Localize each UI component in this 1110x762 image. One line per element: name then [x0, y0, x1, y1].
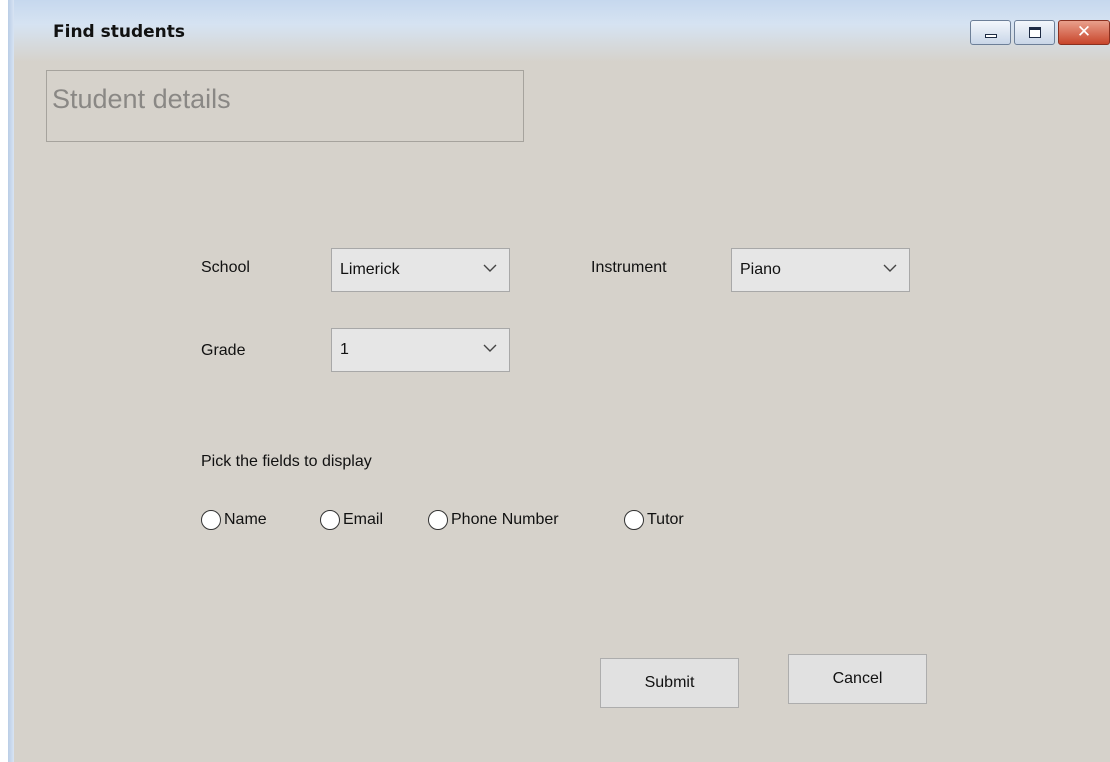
chevron-down-icon [483, 264, 497, 272]
school-select[interactable]: Limerick [331, 248, 510, 292]
maximize-icon [1029, 27, 1041, 38]
window-controls: ✕ [970, 20, 1110, 45]
radio-circle[interactable] [428, 510, 448, 530]
chevron-down-icon [883, 264, 897, 272]
minimize-icon [985, 34, 997, 38]
submit-button[interactable]: Submit [600, 658, 739, 708]
radio-phone-number[interactable]: Phone Number [428, 510, 559, 530]
close-icon: ✕ [1076, 22, 1092, 42]
grade-select-value: 1 [340, 341, 349, 358]
school-select-value: Limerick [340, 261, 400, 278]
close-button[interactable]: ✕ [1058, 20, 1110, 45]
cancel-button[interactable]: Cancel [788, 654, 927, 704]
grade-label: Grade [201, 342, 246, 359]
instrument-select-value: Piano [740, 261, 781, 278]
radio-label: Name [224, 511, 267, 528]
window-title: Find students [53, 22, 186, 42]
radio-label: Email [343, 511, 384, 528]
panel-title: Student details [52, 84, 231, 114]
fields-prompt: Pick the fields to display [201, 453, 372, 470]
chevron-down-icon [483, 344, 497, 352]
radio-name[interactable]: Name [201, 510, 267, 530]
radio-circle[interactable] [320, 510, 340, 530]
minimize-button[interactable] [970, 20, 1011, 45]
grade-select[interactable]: 1 [331, 328, 510, 372]
radio-label: Phone Number [451, 511, 559, 528]
student-details-panel: Student details [46, 70, 524, 142]
radio-label: Tutor [647, 511, 684, 528]
instrument-select[interactable]: Piano [731, 248, 910, 292]
radio-tutor[interactable]: Tutor [624, 510, 684, 530]
radio-circle[interactable] [624, 510, 644, 530]
instrument-label: Instrument [591, 259, 667, 276]
radio-circle[interactable] [201, 510, 221, 530]
title-bar[interactable]: Find students ✕ [14, 0, 1110, 62]
window-left-border [8, 0, 14, 762]
radio-email[interactable]: Email [320, 510, 383, 530]
maximize-button[interactable] [1014, 20, 1055, 45]
school-label: School [201, 259, 250, 276]
